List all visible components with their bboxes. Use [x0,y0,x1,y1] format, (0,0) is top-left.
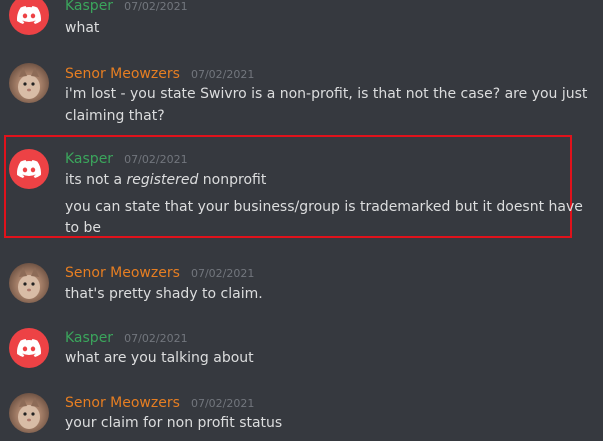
message-text: claiming that? [65,108,165,124]
message-text: i'm lost - you state Swivro is a non-pro… [65,86,588,102]
author-name[interactable]: Kasper [65,0,113,14]
cat-avatar[interactable] [9,263,49,303]
cat-face-icon [18,67,40,99]
author-name[interactable]: Kasper [65,151,113,167]
author-name[interactable]: Senor Meowzers [65,265,180,281]
message-text: that's pretty shady to claim. [65,286,263,302]
discord-logo-icon [17,6,41,24]
author-name[interactable]: Senor Meowzers [65,395,180,411]
message-header: Senor Meowzers 07/02/2021 [65,63,254,82]
discord-avatar-icon[interactable] [9,0,49,35]
message-header: Senor Meowzers 07/02/2021 [65,392,254,411]
message-header: Kasper 07/02/2021 [65,148,188,167]
author-name[interactable]: Kasper [65,330,113,346]
cat-avatar[interactable] [9,393,49,433]
message-text: your claim for non profit status [65,415,283,431]
emphasis-text: registered [126,172,199,188]
text-segment: nonprofit [198,172,267,188]
timestamp[interactable]: 07/02/2021 [191,68,254,81]
message-text: to be [65,220,102,236]
text-segment: its not a [65,172,127,188]
message-text: what are you talking about [65,350,254,366]
message-text: you can state that your business/group i… [65,199,583,215]
message-text: what [65,20,100,36]
timestamp[interactable]: 07/02/2021 [191,267,254,280]
timestamp[interactable]: 07/02/2021 [124,153,187,166]
cat-face-icon [18,267,40,299]
message-header: Kasper 07/02/2021 [65,327,188,346]
timestamp[interactable]: 07/02/2021 [191,397,254,410]
discord-avatar-icon[interactable] [9,149,49,189]
message-header: Senor Meowzers 07/02/2021 [65,262,254,281]
message-text: its not a registered nonprofit [65,169,266,191]
cat-avatar[interactable] [9,63,49,103]
cat-face-icon [18,397,40,429]
discord-logo-icon [17,339,41,357]
message-header: Kasper 07/02/2021 [65,0,188,14]
timestamp[interactable]: 07/02/2021 [124,0,187,13]
author-name[interactable]: Senor Meowzers [65,66,180,82]
timestamp[interactable]: 07/02/2021 [124,332,187,345]
discord-avatar-icon[interactable] [9,328,49,368]
discord-logo-icon [17,160,41,178]
